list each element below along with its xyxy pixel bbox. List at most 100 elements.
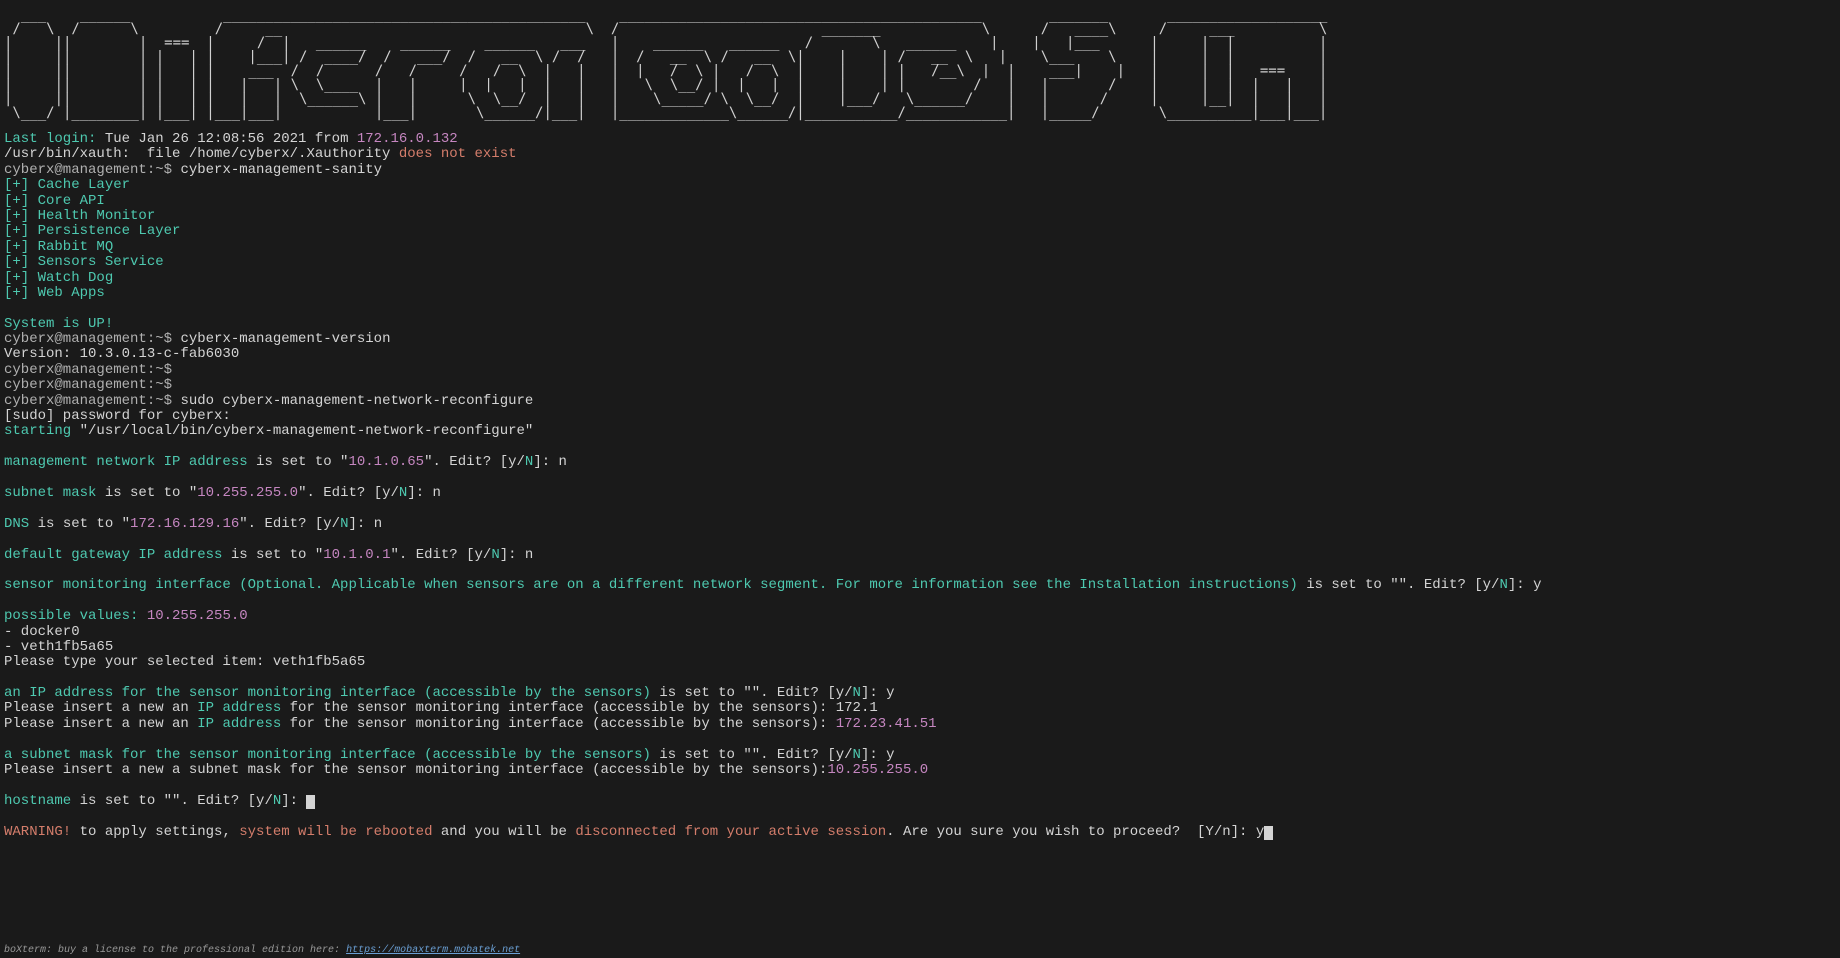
question-subnet[interactable]: subnet mask is set to "10.255.255.0". Ed… bbox=[4, 486, 1836, 501]
q4-mid2: ". Edit? [y/ bbox=[390, 547, 491, 563]
option-veth: - veth1fb5a65 bbox=[4, 640, 1836, 655]
microsoft-ascii-logo: ___ ______ _____________________________… bbox=[4, 8, 1836, 120]
starting-path: "/usr/local/bin/cyberx-management-networ… bbox=[80, 423, 534, 439]
insert-ip-1[interactable]: Please insert a new an IP address for th… bbox=[4, 701, 1836, 716]
q3-label: DNS bbox=[4, 516, 29, 532]
q8-end: ]: bbox=[281, 793, 306, 809]
question-sensor-subnet[interactable]: a subnet mask for the sensor monitoring … bbox=[4, 748, 1836, 763]
selected-item-prompt[interactable]: Please type your selected item: veth1fb5… bbox=[4, 655, 1836, 670]
q4-end: ]: n bbox=[500, 547, 534, 563]
check-persistence-layer: [+] Persistence Layer bbox=[4, 224, 1836, 239]
prompt-line-4[interactable]: cyberx@management:~$ bbox=[4, 378, 1836, 393]
warn-hl1: system will be rebooted bbox=[239, 824, 432, 840]
insert1-pre: Please insert a new an bbox=[4, 700, 197, 716]
question-sensor-iface[interactable]: sensor monitoring interface (Optional. A… bbox=[4, 578, 1836, 593]
q8-n: N bbox=[273, 793, 281, 809]
check-sensors-service: [+] Sensors Service bbox=[4, 255, 1836, 270]
command-sanity: cyberx-management-sanity bbox=[180, 162, 382, 178]
q2-mid2: ". Edit? [y/ bbox=[298, 485, 399, 501]
footer-link[interactable]: https://mobaxterm.mobatek.net bbox=[346, 945, 520, 956]
q6-mid: is set to "". Edit? [y/ bbox=[659, 685, 852, 701]
xauth-error: does not exist bbox=[399, 146, 517, 162]
q8-mid: is set to "". Edit? [y/ bbox=[80, 793, 273, 809]
warning-line[interactable]: WARNING! to apply settings, system will … bbox=[4, 825, 1836, 840]
system-up: System is UP! bbox=[4, 317, 1836, 332]
insert3-val: 10.255.255.0 bbox=[827, 762, 928, 778]
insert2-post: for the sensor monitoring interface (acc… bbox=[281, 716, 836, 732]
q3-end: ]: n bbox=[349, 516, 383, 532]
cursor-icon bbox=[306, 795, 315, 809]
xauth-prefix: /usr/bin/xauth: file /home/cyberx/.Xauth… bbox=[4, 146, 390, 162]
last-login-line: Last login: Tue Jan 26 12:08:56 2021 fro… bbox=[4, 132, 1836, 147]
prompt-prefix: cyberx@management:~$ bbox=[4, 377, 172, 393]
q4-val: 10.1.0.1 bbox=[323, 547, 390, 563]
q2-end: ]: n bbox=[407, 485, 441, 501]
q1-label: management network IP address bbox=[4, 454, 248, 470]
prompt-line-3[interactable]: cyberx@management:~$ bbox=[4, 363, 1836, 378]
warn-t3: . Are you sure you wish to proceed? [Y/n… bbox=[886, 824, 1264, 840]
q4-n: N bbox=[491, 547, 499, 563]
cursor-icon bbox=[1264, 826, 1273, 840]
insert3-text: Please insert a new a subnet mask for th… bbox=[4, 762, 827, 778]
check-watch-dog: [+] Watch Dog bbox=[4, 271, 1836, 286]
q1-val: 10.1.0.65 bbox=[348, 454, 424, 470]
insert1-hl: IP address bbox=[197, 700, 281, 716]
q6-label: an IP address for the sensor monitoring … bbox=[4, 685, 651, 701]
possible-values: possible values: 10.255.255.0 bbox=[4, 609, 1836, 624]
starting-label: starting bbox=[4, 423, 71, 439]
question-dns[interactable]: DNS is set to "172.16.129.16". Edit? [y/… bbox=[4, 517, 1836, 532]
insert-ip-2[interactable]: Please insert a new an IP address for th… bbox=[4, 717, 1836, 732]
q7-mid: is set to "". Edit? [y/ bbox=[659, 747, 852, 763]
q1-mid: is set to " bbox=[256, 454, 348, 470]
warn-hl2: disconnected from your active session bbox=[575, 824, 886, 840]
q5-end: ]: y bbox=[1508, 577, 1542, 593]
question-hostname[interactable]: hostname is set to "". Edit? [y/N]: bbox=[4, 794, 1836, 809]
footer-hint: boXterm: buy a license to the profession… bbox=[4, 945, 520, 956]
question-sensor-ip[interactable]: an IP address for the sensor monitoring … bbox=[4, 686, 1836, 701]
q4-mid: is set to " bbox=[231, 547, 323, 563]
xauth-line: /usr/bin/xauth: file /home/cyberx/.Xauth… bbox=[4, 147, 1836, 162]
prompt-prefix: cyberx@management:~$ bbox=[4, 393, 172, 409]
q3-mid: is set to " bbox=[38, 516, 130, 532]
q2-val: 10.255.255.0 bbox=[197, 485, 298, 501]
q7-label: a subnet mask for the sensor monitoring … bbox=[4, 747, 651, 763]
prompt-line-1[interactable]: cyberx@management:~$ cyberx-management-s… bbox=[4, 163, 1836, 178]
q3-val: 172.16.129.16 bbox=[130, 516, 239, 532]
last-login-time: Tue Jan 26 12:08:56 2021 from bbox=[105, 131, 349, 147]
last-login-ip: 172.16.0.132 bbox=[357, 131, 458, 147]
q4-label: default gateway IP address bbox=[4, 547, 222, 563]
warn-t2: and you will be bbox=[432, 824, 575, 840]
prompt-line-5[interactable]: cyberx@management:~$ sudo cyberx-managem… bbox=[4, 394, 1836, 409]
insert2-val: 172.23.41.51 bbox=[836, 716, 937, 732]
warn-t1: to apply settings, bbox=[71, 824, 239, 840]
check-web-apps: [+] Web Apps bbox=[4, 286, 1836, 301]
q2-label: subnet mask bbox=[4, 485, 96, 501]
possible-val: 10.255.255.0 bbox=[147, 608, 248, 624]
q5-label: sensor monitoring interface (Optional. A… bbox=[4, 577, 1298, 593]
q2-mid: is set to " bbox=[105, 485, 197, 501]
insert-subnet[interactable]: Please insert a new a subnet mask for th… bbox=[4, 763, 1836, 778]
prompt-prefix: cyberx@management:~$ bbox=[4, 362, 172, 378]
question-gateway[interactable]: default gateway IP address is set to "10… bbox=[4, 548, 1836, 563]
last-login-label: Last login: bbox=[4, 131, 96, 147]
possible-label: possible values: bbox=[4, 608, 138, 624]
question-mgmt-ip[interactable]: management network IP address is set to … bbox=[4, 455, 1836, 470]
warning-label: WARNING! bbox=[4, 824, 71, 840]
check-rabbit-mq: [+] Rabbit MQ bbox=[4, 240, 1836, 255]
q6-n: N bbox=[853, 685, 861, 701]
q5-n: N bbox=[1499, 577, 1507, 593]
q1-end: ]: n bbox=[533, 454, 567, 470]
check-cache-layer: [+] Cache Layer bbox=[4, 178, 1836, 193]
starting-line: starting "/usr/local/bin/cyberx-manageme… bbox=[4, 424, 1836, 439]
insert1-post: for the sensor monitoring interface (acc… bbox=[281, 700, 878, 716]
prompt-line-2[interactable]: cyberx@management:~$ cyberx-management-v… bbox=[4, 332, 1836, 347]
prompt-prefix: cyberx@management:~$ bbox=[4, 331, 172, 347]
option-docker0: - docker0 bbox=[4, 625, 1836, 640]
insert2-pre: Please insert a new an bbox=[4, 716, 197, 732]
q3-n: N bbox=[340, 516, 348, 532]
version-output: Version: 10.3.0.13-c-fab6030 bbox=[4, 347, 1836, 362]
check-health-monitor: [+] Health Monitor bbox=[4, 209, 1836, 224]
q7-n: N bbox=[853, 747, 861, 763]
footer-pre: boXterm: buy a license to the profession… bbox=[4, 945, 346, 956]
sudo-password-prompt[interactable]: [sudo] password for cyberx: bbox=[4, 409, 1836, 424]
